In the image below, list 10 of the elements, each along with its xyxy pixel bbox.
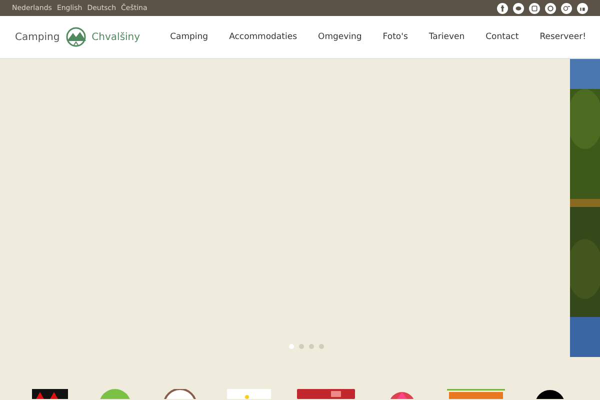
nav-link[interactable]: Reserveer! xyxy=(540,30,586,44)
nav-link[interactable]: Omgeving xyxy=(318,30,362,44)
nav-link[interactable]: Accommodaties xyxy=(229,30,297,44)
logo-icon xyxy=(64,27,87,47)
logo-text: Camping xyxy=(15,30,60,44)
nav-link[interactable]: Camping xyxy=(170,30,208,44)
nav-link[interactable]: Tarieven xyxy=(428,30,465,44)
nav-link[interactable]: Foto's xyxy=(382,30,408,44)
nav-link[interactable]: Contact xyxy=(486,30,519,44)
logo-text: Chvalšiny xyxy=(92,30,140,44)
